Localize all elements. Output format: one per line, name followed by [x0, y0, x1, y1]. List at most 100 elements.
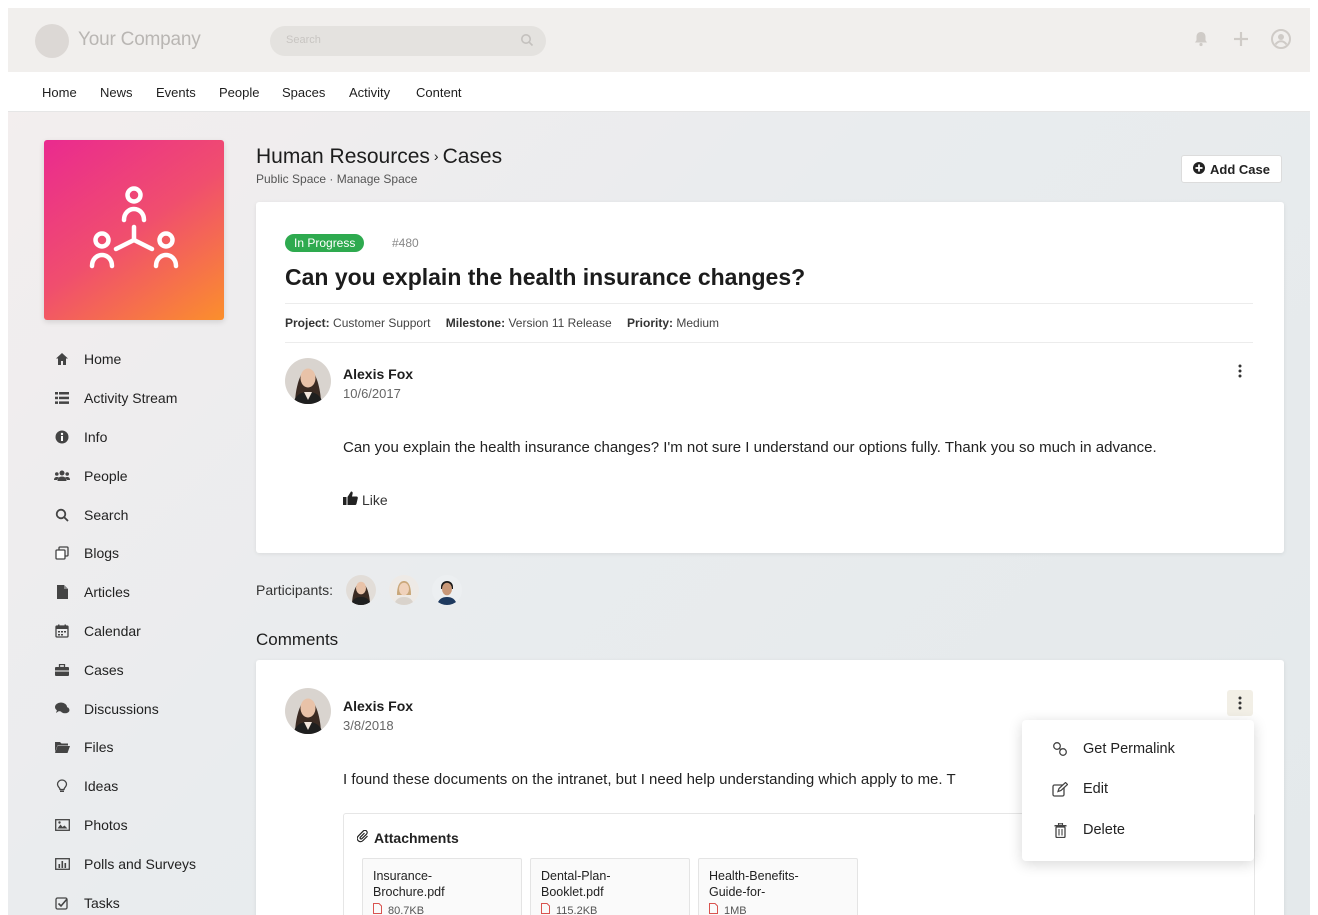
participant-avatar[interactable] — [432, 575, 463, 605]
avatar[interactable] — [285, 358, 331, 404]
sidebar-item-files[interactable]: Files — [44, 728, 244, 767]
info-icon — [54, 429, 70, 445]
sidebar-item-label: Photos — [84, 816, 128, 833]
sidebar-item-tasks[interactable]: Tasks — [44, 883, 244, 915]
sidebar-item-cases[interactable]: Cases — [44, 650, 244, 689]
thumbs-up-icon — [343, 491, 358, 508]
bell-icon[interactable] — [1190, 28, 1212, 50]
pdf-icon — [373, 903, 382, 915]
sidebar-item-label: Search — [84, 506, 129, 523]
sidebar-item-polls-and-surveys[interactable]: Polls and Surveys — [44, 844, 244, 883]
participant-avatar[interactable] — [346, 575, 377, 605]
user-account-icon[interactable] — [1270, 28, 1292, 50]
image-icon — [54, 817, 70, 833]
team-icon — [89, 186, 179, 269]
avatar[interactable] — [285, 688, 331, 734]
breadcrumb-space[interactable]: Human Resources — [256, 145, 430, 168]
space-logo[interactable] — [44, 140, 224, 320]
top-icons — [1190, 28, 1292, 50]
breadcrumb-separator: › — [433, 148, 439, 164]
attachment-name-line1: Insurance- — [373, 869, 433, 883]
attachment-card[interactable]: Insurance- Brochure.pdf 80.7KB — [362, 858, 522, 915]
nav-spaces[interactable]: Spaces — [282, 85, 325, 100]
post-date: 10/6/2017 — [343, 386, 401, 401]
nav-events[interactable]: Events — [156, 85, 196, 100]
nav-activity[interactable]: Activity — [349, 85, 390, 100]
breadcrumb-current: Cases — [442, 145, 503, 168]
sidebar-item-calendar[interactable]: Calendar — [44, 612, 244, 651]
sidebar-item-photos[interactable]: Photos — [44, 806, 244, 845]
file-icon — [54, 584, 70, 600]
sidebar-item-blogs[interactable]: Blogs — [44, 534, 244, 573]
sidebar-item-activity-stream[interactable]: Activity Stream — [44, 379, 244, 418]
paperclip-icon — [356, 829, 369, 846]
project-value[interactable]: Customer Support — [333, 316, 430, 330]
sidebar-item-search[interactable]: Search — [44, 495, 244, 534]
plus-icon[interactable] — [1230, 28, 1252, 50]
global-search[interactable] — [270, 26, 546, 56]
comment-body: I found these documents on the intranet,… — [343, 771, 956, 788]
participants: Participants: — [256, 575, 463, 605]
search-icon[interactable] — [520, 33, 534, 47]
search-input[interactable] — [286, 34, 506, 46]
attachment-name-line2: Booklet.pdf — [541, 885, 604, 899]
sidebar-item-discussions[interactable]: Discussions — [44, 689, 244, 728]
sidebar-item-label: Activity Stream — [84, 390, 178, 407]
case-meta: Project: Customer Support Milestone: Ver… — [285, 316, 731, 330]
top-bar: Your Company — [8, 8, 1310, 72]
attachment-size: 1MB — [709, 903, 847, 915]
pdf-icon — [709, 903, 718, 915]
milestone-label: Milestone: — [445, 316, 506, 330]
home-icon — [54, 351, 70, 367]
attachment-card[interactable]: Dental-Plan- Booklet.pdf 115.2KB — [530, 858, 690, 915]
comments-heading: Comments — [256, 630, 339, 649]
attachments-heading: Attachments — [356, 829, 459, 846]
like-label: Like — [362, 491, 388, 508]
sidebar-item-label: Discussions — [84, 700, 159, 717]
sidebar-item-label: Files — [84, 739, 114, 756]
post-author[interactable]: Alexis Fox — [343, 366, 413, 382]
people-icon — [54, 468, 70, 484]
company-name[interactable]: Your Company — [78, 29, 201, 51]
comment-author[interactable]: Alexis Fox — [343, 698, 413, 714]
sidebar-item-articles[interactable]: Articles — [44, 573, 244, 612]
menu-item-edit[interactable]: Edit — [1022, 769, 1254, 809]
attachment-size: 80.7KB — [373, 903, 511, 915]
case-number: #480 — [392, 236, 419, 250]
nav-content[interactable]: Content — [416, 85, 462, 100]
add-case-label: Add Case — [1210, 161, 1270, 177]
company-logo[interactable] — [35, 24, 69, 58]
milestone-value[interactable]: Version 11 Release — [508, 316, 611, 330]
attachment-card[interactable]: Health-Benefits- Guide-for- 1MB — [698, 858, 858, 915]
post-body: Can you explain the health insurance cha… — [343, 439, 1157, 456]
attachment-name-line2: Brochure.pdf — [373, 885, 445, 899]
participant-avatar[interactable] — [389, 575, 420, 605]
more-options-icon[interactable] — [1227, 358, 1253, 384]
sidebar-item-home[interactable]: Home — [44, 340, 244, 379]
lightbulb-icon — [54, 778, 70, 794]
briefcase-icon — [54, 662, 70, 678]
case-title: Can you explain the health insurance cha… — [285, 264, 806, 290]
nav-home[interactable]: Home — [42, 85, 77, 100]
sidebar-item-people[interactable]: People — [44, 456, 244, 495]
link-icon — [1052, 741, 1068, 757]
menu-item-delete[interactable]: Delete — [1022, 810, 1254, 850]
pdf-icon — [541, 903, 550, 915]
sidebar-item-ideas[interactable]: Ideas — [44, 767, 244, 806]
sidebar-item-label: Tasks — [84, 894, 120, 911]
sidebar-item-label: Cases — [84, 661, 124, 678]
add-case-button[interactable]: Add Case — [1181, 155, 1282, 183]
sidebar-item-info[interactable]: Info — [44, 418, 244, 457]
folder-icon — [54, 739, 70, 755]
nav-people[interactable]: People — [219, 85, 259, 100]
page-title: Human Resources › Cases — [256, 145, 502, 169]
nav-news[interactable]: News — [100, 85, 133, 100]
like-button[interactable]: Like — [343, 491, 388, 508]
main-nav: Home News Events People Spaces Activity … — [8, 72, 1310, 112]
more-options-icon[interactable] — [1227, 690, 1253, 716]
priority-value: Medium — [676, 316, 720, 330]
attachment-name-line1: Health-Benefits- — [709, 869, 799, 883]
menu-item-get-permalink[interactable]: Get Permalink — [1022, 729, 1254, 769]
list-icon — [54, 390, 70, 406]
attachment-name-line2: Guide-for- — [709, 885, 766, 899]
